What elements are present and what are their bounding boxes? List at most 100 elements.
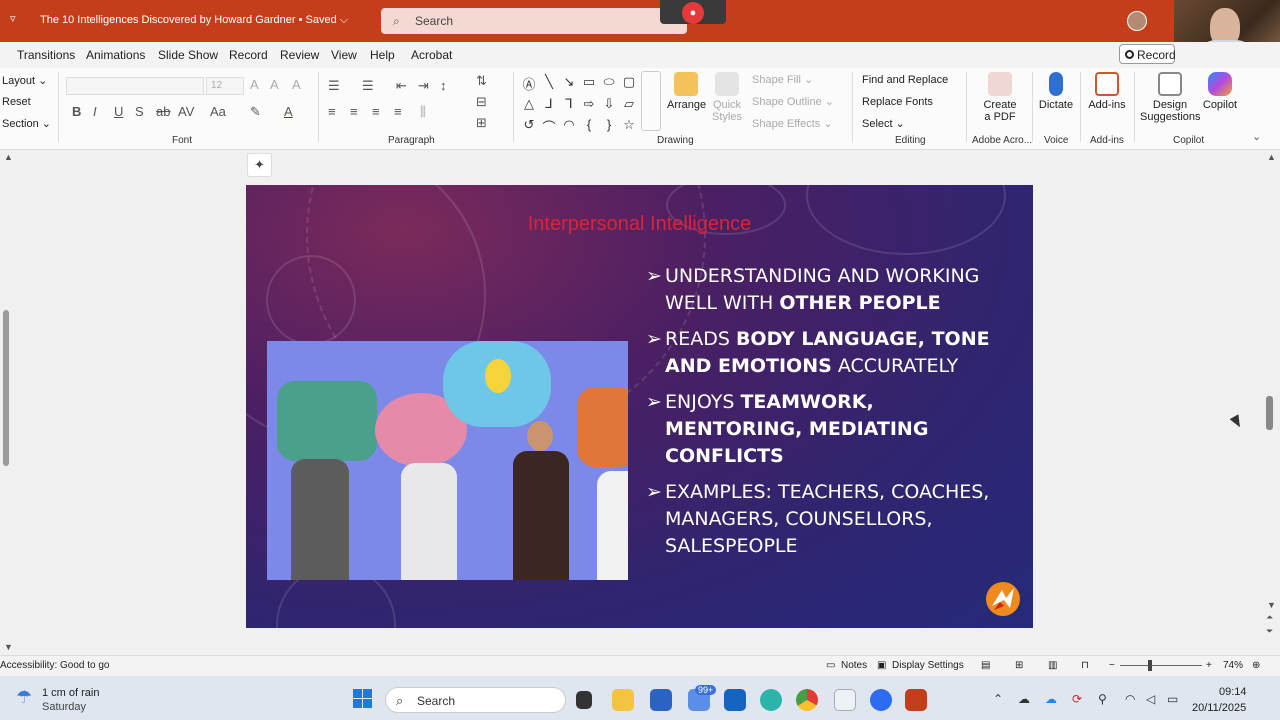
tab-view[interactable]: View — [331, 48, 357, 62]
reset-button[interactable]: Reset — [2, 96, 31, 108]
shapes-gallery[interactable]: Ⓐ ╲ ↘ ▭ ⬭ ▢ △ ⅃ ⅂ ⇨ ⇩ ▱ ↺ ⌒ ◠ { } ☆ — [519, 72, 661, 135]
zoom-level[interactable]: 74% — [1223, 660, 1243, 671]
add-ins-button[interactable]: Add-ins — [1086, 72, 1128, 111]
replace-fonts-button[interactable]: Replace Fonts — [862, 96, 933, 108]
windows-start-icon[interactable] — [353, 689, 372, 708]
rectangle-shape-icon[interactable]: ▭ — [579, 74, 599, 90]
tab-help[interactable]: Help — [370, 48, 395, 62]
wifi-icon[interactable]: ◠ — [1125, 692, 1135, 706]
tab-review[interactable]: Review — [280, 48, 319, 62]
font-size-field[interactable]: 12 — [206, 77, 244, 95]
tray-overflow-icon[interactable]: ⌃ — [993, 692, 1003, 706]
taskbar-search[interactable]: ⌕ Search — [385, 687, 566, 713]
freeform-shape-icon[interactable]: ↺ — [519, 117, 539, 133]
quick-styles-button[interactable]: Quick Styles — [707, 72, 747, 123]
layout-button[interactable]: Layout ⌄ — [2, 74, 47, 87]
quick-access-dropdown-icon[interactable]: ▿ — [10, 12, 16, 25]
right-arrow-shape-icon[interactable]: ⇨ — [579, 96, 599, 112]
shape-fill-button[interactable]: Shape Fill ⌄ — [752, 73, 813, 86]
edge-icon[interactable] — [760, 689, 782, 711]
font-name-field[interactable] — [66, 77, 204, 95]
bullet-list[interactable]: ➢ UNDERSTANDING AND WORKING WELL WITH OT… — [646, 263, 1016, 569]
zoom-in-icon[interactable]: + — [1206, 660, 1212, 671]
text-box-shape-icon[interactable]: Ⓐ — [519, 74, 539, 93]
elbow-connector-shape-icon[interactable]: ⅂ — [559, 96, 579, 112]
zoom-out-icon[interactable]: − — [1109, 660, 1115, 671]
highlight-icon[interactable]: ✎ — [250, 104, 261, 120]
clear-formatting-icon[interactable]: A — [292, 77, 301, 92]
bullets-icon[interactable]: ☰ — [328, 78, 340, 94]
scroll-up-right-icon[interactable]: ▲ — [1267, 152, 1276, 162]
slide-photo[interactable] — [267, 341, 628, 580]
slide-show-icon[interactable]: ⊓ — [1081, 660, 1089, 671]
font-color-icon[interactable]: A — [284, 104, 293, 119]
oval-shape-icon[interactable]: ⬭ — [599, 74, 619, 90]
line-shape-icon[interactable]: ╲ — [539, 74, 559, 90]
microphone-icon[interactable]: ● — [682, 2, 704, 24]
arc-shape-icon[interactable]: ◠ — [559, 117, 579, 133]
clock-time[interactable]: 09:14 — [1219, 686, 1247, 698]
copilot-button[interactable]: Copilot — [1201, 72, 1239, 111]
tab-transitions[interactable]: Transitions — [17, 48, 75, 62]
arrow-line-shape-icon[interactable]: ↘ — [559, 74, 579, 90]
onedrive-icon[interactable]: ☁ — [1045, 692, 1057, 706]
line-spacing-icon[interactable]: ↕ — [440, 78, 447, 93]
text-direction-icon[interactable]: ⇅ — [476, 73, 487, 89]
scroll-down-right-icon[interactable]: ▼ — [1267, 600, 1276, 610]
display-settings-icon[interactable]: ▣ — [877, 660, 886, 671]
clock-date[interactable]: 20/11/2025 — [1192, 702, 1246, 714]
collapse-ribbon-icon[interactable]: ⌄ — [1252, 130, 1261, 143]
tab-acrobat[interactable]: Acrobat — [411, 48, 452, 62]
down-arrow-shape-icon[interactable]: ⇩ — [599, 96, 619, 112]
weather-summary[interactable]: 1 cm of rain — [42, 687, 99, 699]
shape-outline-button[interactable]: Shape Outline ⌄ — [752, 95, 834, 108]
reading-view-icon[interactable]: ▥ — [1048, 660, 1057, 671]
next-slide-icon[interactable]: ⏷ — [1266, 626, 1273, 637]
avatar[interactable] — [1127, 11, 1147, 31]
slide[interactable]: Interpersonal Intelligence ➢ UNDERSTANDI… — [246, 185, 1033, 628]
volume-icon[interactable]: ◁ — [1146, 692, 1155, 706]
change-case-icon[interactable]: Aa — [210, 104, 226, 119]
shrink-font-icon[interactable]: A — [270, 77, 279, 92]
callout-shape-icon[interactable]: ▱ — [619, 96, 639, 112]
fit-slide-icon[interactable]: ⊕ — [1252, 660, 1260, 671]
document-title[interactable]: The 10 Intelligences Discovered by Howar… — [40, 14, 348, 27]
zoom-icon[interactable] — [870, 689, 892, 711]
create-pdf-button[interactable]: Create a PDF — [980, 72, 1020, 123]
designer-wand-icon[interactable]: ✦ — [247, 153, 272, 177]
dictate-button[interactable]: Dictate — [1037, 72, 1075, 111]
character-spacing-icon[interactable]: AV — [178, 104, 194, 119]
tab-animations[interactable]: Animations — [86, 48, 145, 62]
file-explorer-icon[interactable] — [612, 689, 634, 711]
increase-indent-icon[interactable]: ⇥ — [418, 78, 429, 94]
align-center-icon[interactable]: ≡ — [350, 104, 358, 119]
notes-icon[interactable]: ▭ — [826, 660, 835, 671]
search-box[interactable]: ⌕ Search — [381, 8, 687, 34]
outlook-icon[interactable] — [724, 689, 746, 711]
dictation-widget[interactable]: ● — [660, 0, 726, 24]
tab-slide-show[interactable]: Slide Show — [158, 48, 218, 62]
normal-view-icon[interactable]: ▤ — [981, 660, 990, 671]
align-left-icon[interactable]: ≡ — [328, 104, 336, 119]
vpn-icon[interactable]: ⚲ — [1098, 692, 1107, 706]
justify-icon[interactable]: ≡ — [394, 104, 402, 119]
accessibility-status[interactable]: Accessibility: Good to go — [0, 660, 110, 671]
outlook-new-icon[interactable] — [650, 689, 672, 711]
cloud-icon[interactable]: ☁ — [1018, 692, 1030, 706]
battery-icon[interactable]: ▭ — [1167, 692, 1178, 706]
sync-icon[interactable]: ⟳ — [1072, 692, 1082, 706]
underline-icon[interactable]: U — [114, 104, 123, 119]
app-icon[interactable] — [834, 689, 856, 711]
shape-effects-button[interactable]: Shape Effects ⌄ — [752, 117, 833, 130]
right-scrollbar-thumb[interactable] — [1266, 396, 1273, 430]
slide-title[interactable]: Interpersonal Intelligence — [246, 213, 1033, 236]
record-button[interactable]: Record — [1119, 44, 1176, 64]
powerpoint-icon[interactable] — [905, 689, 927, 711]
align-right-icon[interactable]: ≡ — [372, 104, 380, 119]
arrange-button[interactable]: Arrange — [667, 72, 706, 111]
star-shape-icon[interactable]: ☆ — [619, 117, 639, 133]
columns-icon[interactable]: ⫼ — [420, 104, 426, 120]
curve-shape-icon[interactable]: ⌒ — [539, 117, 559, 136]
grow-font-icon[interactable]: A — [250, 77, 259, 92]
display-settings-button[interactable]: Display Settings — [892, 660, 964, 671]
